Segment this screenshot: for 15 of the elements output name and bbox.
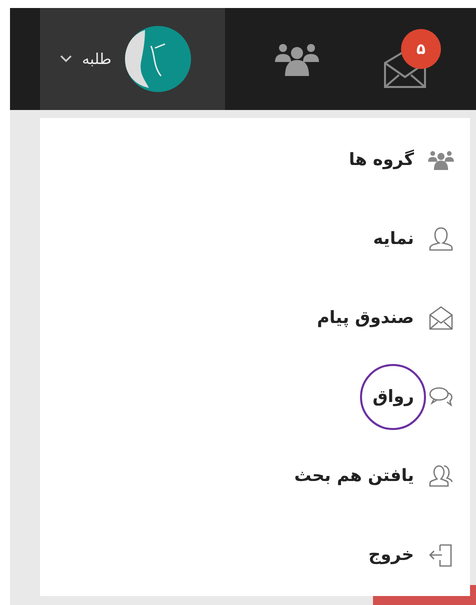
menu-label: صندوق پیام bbox=[316, 308, 414, 328]
menu-label: خروج bbox=[368, 544, 414, 564]
menu-item[interactable]: یافتن هم بحث bbox=[40, 436, 470, 515]
menu-item[interactable]: خروج bbox=[40, 515, 470, 594]
menu-item[interactable]: نمایه bbox=[40, 199, 470, 278]
notification-badge: ۵ bbox=[401, 29, 441, 69]
menu-label: یافتن هم بحث bbox=[294, 466, 414, 486]
menu-label: نمایه bbox=[373, 228, 414, 248]
menu-item[interactable]: صندوق پیام bbox=[40, 278, 470, 357]
menu-label: رواق bbox=[372, 386, 414, 406]
menu-item[interactable]: رواق bbox=[40, 357, 470, 436]
menu-item[interactable]: گروه ها bbox=[40, 120, 470, 199]
user-menu-button[interactable]: طلبه bbox=[40, 8, 225, 110]
user-name: طلبه bbox=[82, 50, 112, 68]
menu-label: گروه ها bbox=[348, 150, 414, 170]
